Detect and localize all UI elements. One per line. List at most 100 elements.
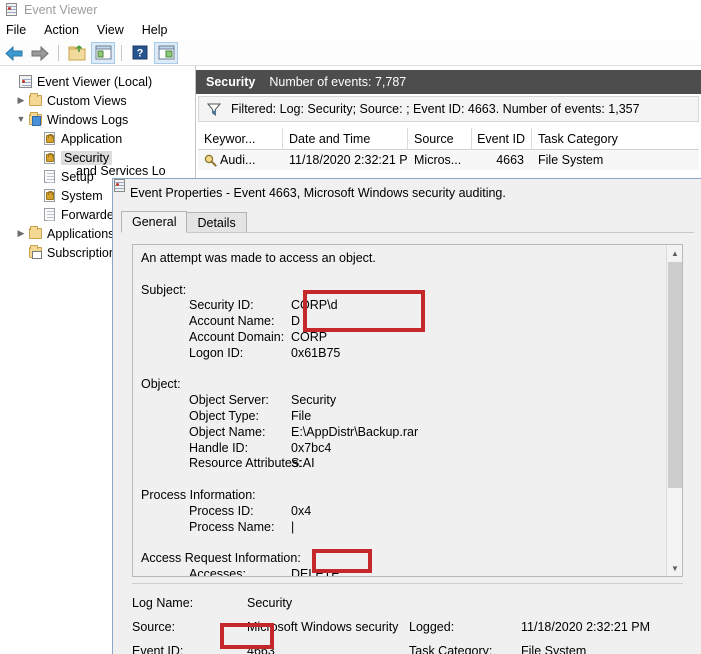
sidebar-item-label: Event Viewer (Local) (37, 74, 153, 89)
toolbar-separator (58, 44, 59, 61)
sidebar-item-label: System (61, 188, 103, 203)
event-viewer-icon (5, 3, 19, 17)
chevron-down-icon[interactable]: ▼ (14, 115, 28, 124)
field-key: Process ID: (189, 503, 254, 518)
field-value: Security (291, 393, 337, 408)
field-value: D (291, 314, 301, 329)
log-icon (42, 207, 57, 222)
tab-details[interactable]: Details (186, 212, 247, 233)
dialog-title: Event Properties - Event 4663, Microsoft… (130, 186, 506, 200)
menu-item-action[interactable]: Action (35, 22, 88, 38)
menu-item-view[interactable]: View (88, 22, 133, 38)
funnel-icon (207, 103, 221, 116)
sidebar-item-custom-views[interactable]: ▶ Custom Views (0, 91, 195, 110)
dialog-titlebar: Event Properties - Event 4663, Microsoft… (113, 179, 701, 207)
metadata-row-source-logged: Source: Microsoft Windows security Logge… (132, 615, 692, 639)
field-accesses: Accesses: DELETE (141, 566, 659, 577)
cell-keywords: Audi... (220, 153, 256, 167)
open-saved-log-button[interactable] (65, 42, 89, 64)
column-header-event-id[interactable]: Event ID (472, 127, 532, 150)
field-process-id: Process ID: 0x4 (141, 504, 659, 520)
key-magnifier-icon (204, 154, 217, 167)
help-button[interactable]: ? (128, 42, 152, 64)
field-security-id: Security ID: CORP\d (141, 298, 659, 314)
field-resource-attributes: Resource Attributes: S:AI (141, 456, 659, 472)
dialog-divider (132, 583, 683, 584)
field-value: CORP\d (291, 298, 338, 313)
column-header-date-time[interactable]: Date and Time (283, 127, 408, 150)
field-account-domain: Account Domain: CORP (141, 330, 659, 346)
scrollbar-thumb[interactable] (668, 262, 682, 488)
chevron-up-icon[interactable]: ▲ (667, 245, 682, 261)
field-value: CORP (291, 329, 328, 344)
event-description-box: An attempt was made to access an object.… (132, 244, 683, 577)
section-heading-object: Object: (141, 377, 181, 392)
field-key: Object Type: (189, 408, 259, 423)
log-lock-icon (42, 188, 57, 203)
window-title: Event Viewer (24, 3, 98, 17)
sidebar-item-application[interactable]: Application (0, 129, 195, 148)
sidebar-item-label: Custom Views (47, 93, 127, 108)
svg-text:?: ? (137, 48, 144, 60)
field-logon-id: Logon ID: 0x61B75 (141, 346, 659, 362)
show-hide-console-tree-button[interactable] (91, 41, 115, 64)
event-properties-dialog: Event Properties - Event 4663, Microsoft… (112, 178, 701, 654)
filter-bar[interactable]: Filtered: Log: Security; Source: ; Event… (198, 96, 699, 122)
field-value: File (291, 408, 312, 423)
table-row[interactable]: Audi... 11/18/2020 2:32:21 PM Micros... … (198, 150, 699, 170)
chevron-down-icon[interactable]: ▼ (667, 560, 682, 576)
description-scrollbar[interactable]: ▲ ▼ (666, 245, 682, 576)
field-value: 0x7bc4 (291, 440, 332, 455)
section-heading-subject: Subject: (141, 282, 187, 297)
field-key: Logon ID: (189, 345, 244, 360)
section-heading-access-request-information: Access Request Information: (141, 551, 301, 566)
folder-open-icon (68, 44, 86, 60)
log-pane-title: Security (206, 75, 256, 89)
column-header-keywords[interactable]: Keywor... (198, 127, 283, 150)
event-metadata: Log Name: Security Source: Microsoft Win… (132, 591, 692, 654)
console-tree-icon (95, 45, 111, 60)
cell-date-time: 11/18/2020 2:32:21 PM (289, 153, 408, 167)
back-button[interactable] (2, 42, 26, 64)
chevron-right-icon[interactable]: ▶ (14, 96, 28, 105)
window-titlebar: Event Viewer (0, 0, 701, 20)
menu-item-file[interactable]: File (0, 22, 35, 38)
action-pane-icon (158, 45, 174, 60)
sidebar-item-event-viewer-local[interactable]: Event Viewer (Local) (0, 72, 195, 91)
log-pane-event-count: Number of events: 7,787 (269, 75, 407, 89)
field-key: Account Domain: (189, 329, 285, 344)
show-hide-action-pane-button[interactable] (154, 41, 178, 64)
metadata-row-event-id-task-category: Event ID: 4663 Task Category: File Syste… (132, 639, 692, 654)
field-value: E:\AppDistr\Backup.rar (291, 424, 419, 439)
metadata-value: 4663 (247, 644, 275, 654)
event-viewer-icon (18, 74, 33, 89)
sidebar-item-label: Security (61, 150, 113, 165)
subscriptions-icon (28, 244, 43, 260)
arrow-left-icon (5, 45, 23, 61)
field-object-server: Object Server: Security (141, 393, 659, 409)
arrow-right-icon (31, 45, 49, 61)
chevron-right-icon[interactable]: ▶ (14, 229, 28, 238)
cell-event-id: 4663 (496, 153, 524, 167)
cell-source: Micros... (414, 153, 462, 167)
metadata-key: Source: (132, 620, 176, 634)
forward-button[interactable] (28, 42, 52, 64)
tab-underline (121, 232, 694, 233)
field-key: Object Server: (189, 393, 269, 408)
field-key: Accesses: (189, 566, 246, 577)
event-list-header: Keywor... Date and Time Source Event ID … (198, 127, 699, 150)
log-lock-icon (42, 150, 57, 165)
column-header-source[interactable]: Source (408, 127, 472, 150)
column-header-task-category[interactable]: Task Category (532, 128, 699, 150)
log-lock-icon (42, 131, 57, 146)
section-heading-process-information: Process Information: (141, 487, 256, 502)
sidebar-item-windows-logs[interactable]: ▼ Windows Logs (0, 110, 195, 129)
field-key: Object Name: (189, 424, 266, 439)
field-object-type: Object Type: File (141, 409, 659, 425)
field-value: 0x61B75 (291, 345, 341, 360)
field-key: Account Name: (189, 314, 275, 329)
tab-general[interactable]: General (121, 211, 188, 233)
menu-item-help[interactable]: Help (133, 22, 177, 38)
cell-task-category: File System (538, 153, 604, 167)
field-handle-id: Handle ID: 0x7bc4 (141, 441, 659, 457)
